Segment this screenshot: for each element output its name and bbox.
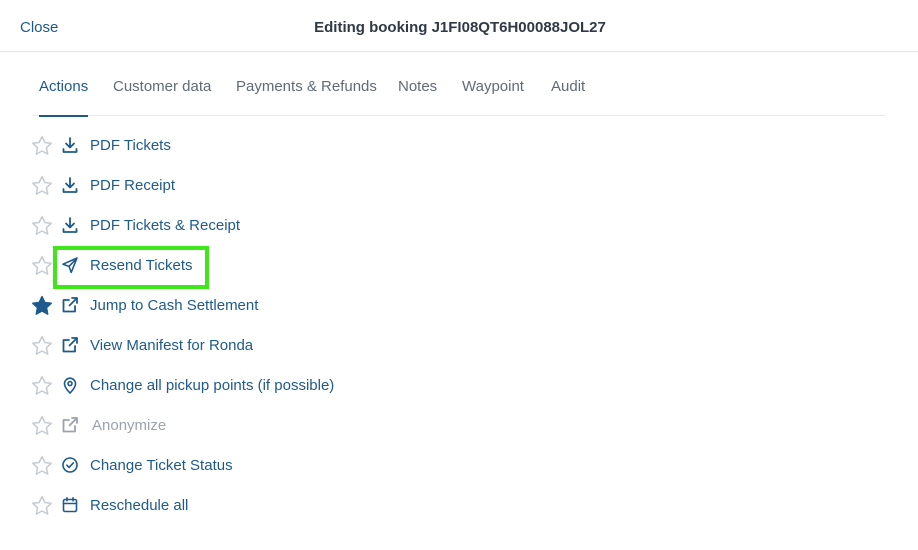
download-icon	[60, 175, 80, 195]
star-outline-icon[interactable]	[30, 254, 54, 278]
action-row[interactable]: View Manifest for Ronda	[30, 331, 450, 359]
action-label[interactable]: Jump to Cash Settlement	[90, 297, 258, 314]
star-outline-icon[interactable]	[30, 334, 54, 358]
check-circle-icon	[60, 455, 80, 475]
action-row[interactable]: PDF Tickets & Receipt	[30, 211, 450, 239]
action-label[interactable]: Reschedule all	[90, 497, 188, 514]
action-row[interactable]: Change all pickup points (if possible)	[30, 371, 450, 399]
download-icon	[60, 135, 80, 155]
star-outline-icon[interactable]	[30, 414, 54, 438]
action-row[interactable]: Anonymize	[30, 411, 450, 439]
tab-actions[interactable]: Actions	[39, 76, 89, 117]
external-link-icon	[60, 415, 80, 435]
star-outline-icon[interactable]	[30, 214, 54, 238]
action-label[interactable]: View Manifest for Ronda	[90, 337, 253, 354]
tab-notes[interactable]: Notes	[398, 76, 437, 116]
highlight-box	[53, 246, 209, 289]
star-outline-icon[interactable]	[30, 454, 54, 478]
star-outline-icon[interactable]	[30, 134, 54, 158]
tab-customer-data[interactable]: Customer data	[113, 76, 211, 116]
action-row[interactable]: Change Ticket Status	[30, 451, 450, 479]
action-label[interactable]: PDF Receipt	[90, 177, 175, 194]
calendar-icon	[60, 495, 80, 515]
download-icon	[60, 215, 80, 235]
action-label: Anonymize	[92, 417, 167, 434]
action-row[interactable]: PDF Receipt	[30, 171, 450, 199]
star-outline-icon[interactable]	[30, 374, 54, 398]
external-link-icon	[60, 335, 80, 355]
tab-waypoint[interactable]: Waypoint	[462, 76, 524, 116]
star-filled-icon[interactable]	[30, 294, 54, 318]
external-link-icon	[60, 295, 80, 315]
action-label[interactable]: Change all pickup points (if possible)	[90, 377, 334, 394]
header: Close Editing booking J1FI08QT6H00088JOL…	[0, 0, 918, 52]
action-label[interactable]: PDF Tickets	[90, 137, 171, 154]
action-row[interactable]: Reschedule all	[30, 491, 450, 519]
action-label[interactable]: Change Ticket Status	[90, 457, 233, 474]
action-row[interactable]: PDF Tickets	[30, 131, 450, 159]
action-label[interactable]: PDF Tickets & Receipt	[90, 217, 240, 234]
tab-audit[interactable]: Audit	[551, 76, 585, 116]
action-row[interactable]: Jump to Cash Settlement	[30, 291, 450, 319]
star-outline-icon[interactable]	[30, 494, 54, 518]
page-title: Editing booking J1FI08QT6H00088JOL27	[314, 19, 606, 36]
tab-bar: Actions Customer data Payments & Refunds…	[33, 76, 885, 117]
star-outline-icon[interactable]	[30, 174, 54, 198]
map-pin-icon	[60, 375, 80, 395]
tab-payments-refunds[interactable]: Payments & Refunds	[236, 76, 377, 116]
